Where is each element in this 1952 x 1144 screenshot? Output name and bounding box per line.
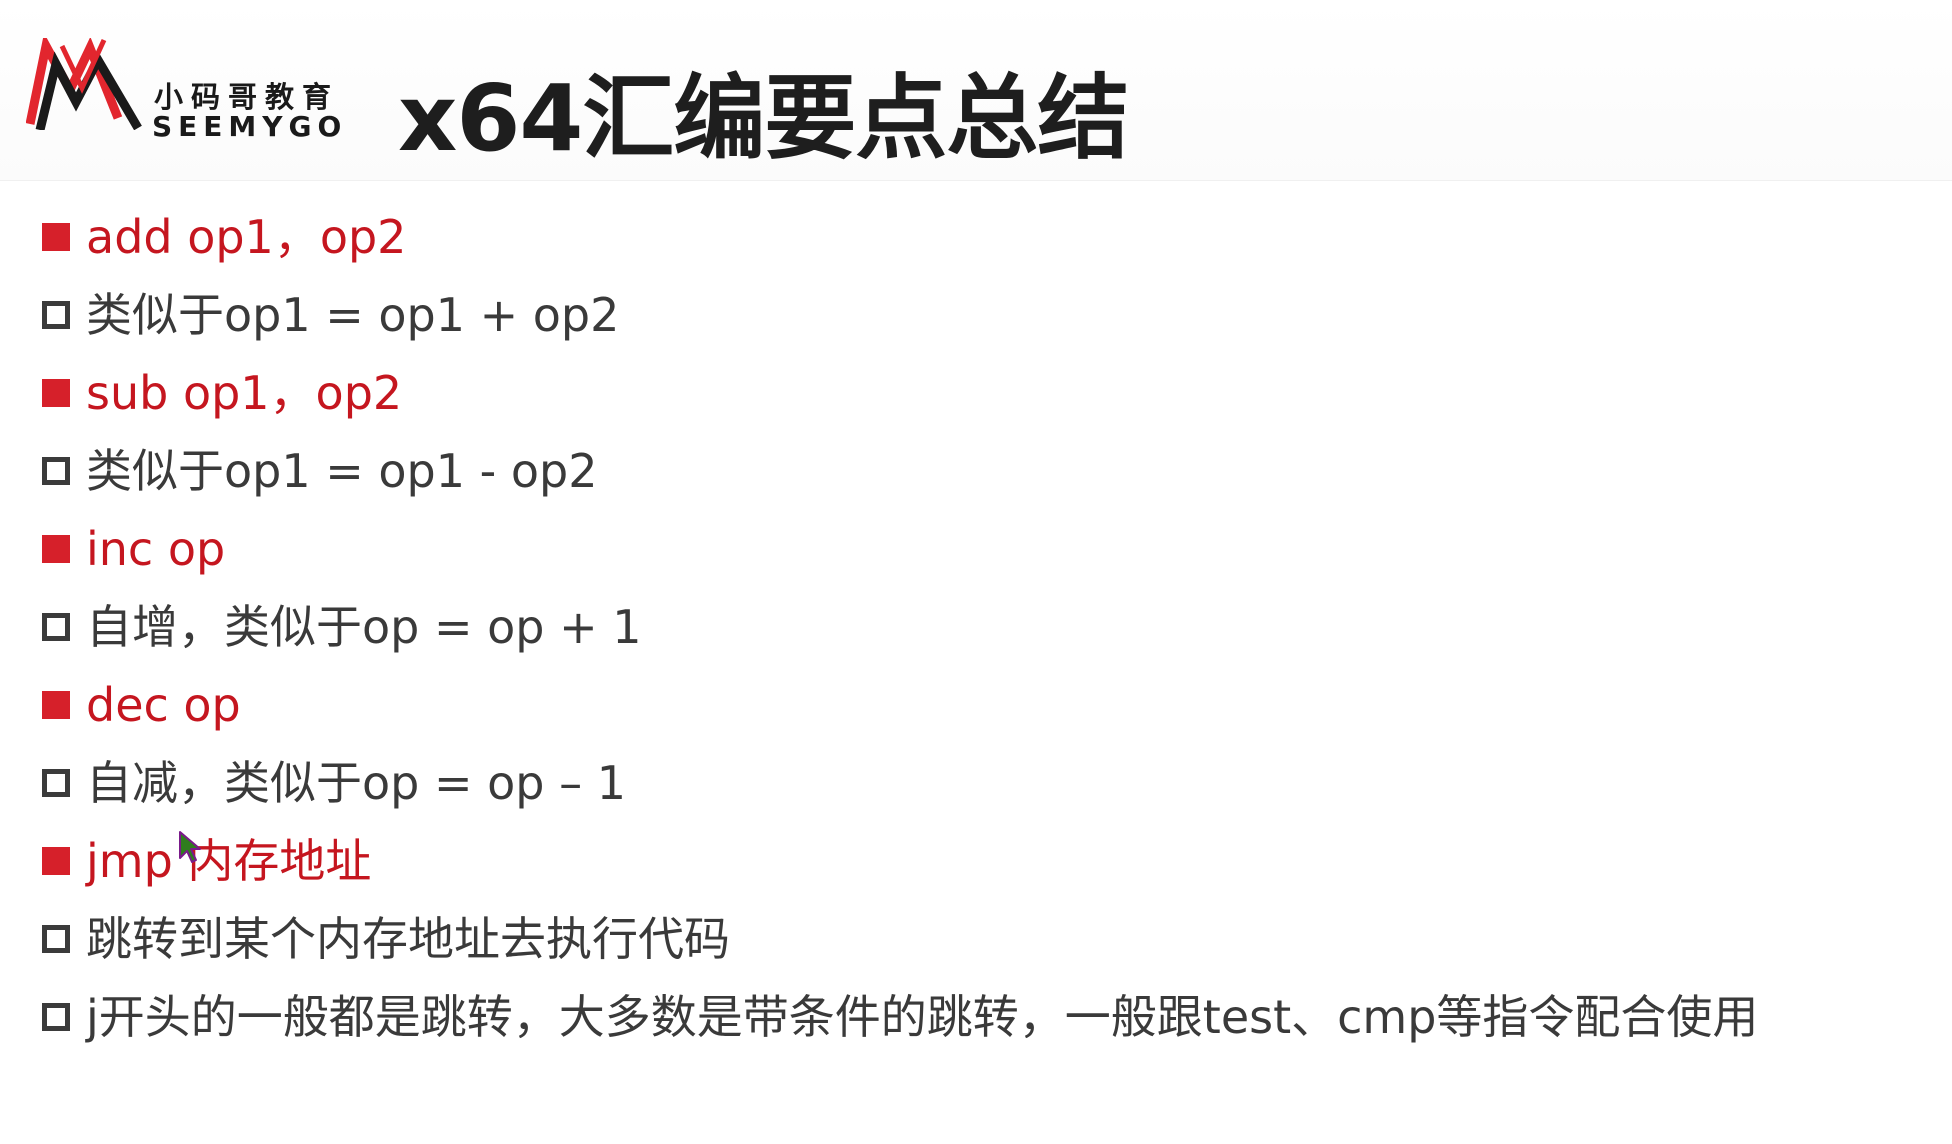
- filled-square-bullet-icon: [42, 223, 70, 251]
- bullet-item: 类似于op1 = op1 + op2: [42, 276, 1922, 354]
- bullet-text: 类似于op1 = op1 - op2: [86, 444, 598, 498]
- bullet-text: 自增，类似于op = op + 1: [86, 600, 642, 654]
- hollow-square-bullet-icon: [42, 457, 70, 485]
- hollow-square-bullet-icon: [42, 613, 70, 641]
- filled-square-bullet-icon: [42, 847, 70, 875]
- bullet-item: 自增，类似于op = op + 1: [42, 588, 1922, 666]
- page-title: x64汇编要点总结: [398, 65, 1129, 172]
- bullet-text: 自减，类似于op = op – 1: [86, 756, 626, 810]
- filled-square-bullet-icon: [42, 379, 70, 407]
- bullet-text: jmp 内存地址: [86, 834, 372, 888]
- filled-square-bullet-icon: [42, 535, 70, 563]
- hollow-square-bullet-icon: [42, 925, 70, 953]
- logo-english-text: SEEMYGO: [152, 110, 348, 143]
- hollow-square-bullet-icon: [42, 301, 70, 329]
- hollow-square-bullet-icon: [42, 769, 70, 797]
- bullet-text: 类似于op1 = op1 + op2: [86, 288, 620, 342]
- mouse-pointer-icon: [179, 831, 201, 863]
- hollow-square-bullet-icon: [42, 1003, 70, 1031]
- filled-square-bullet-icon: [42, 691, 70, 719]
- bullet-item: jmp 内存地址: [42, 822, 1922, 900]
- slide: 小码哥教育 SEEMYGO x64汇编要点总结 add op1，op2 类似于o…: [0, 0, 1952, 1144]
- bullet-item: sub op1，op2: [42, 354, 1922, 432]
- bullet-item: 跳转到某个内存地址去执行代码: [42, 900, 1922, 978]
- bullet-text: inc op: [86, 522, 226, 576]
- bullet-text: dec op: [86, 678, 241, 732]
- bullet-item: j开头的一般都是跳转，大多数是带条件的跳转，一般跟test、cmp等指令配合使用: [42, 978, 1922, 1056]
- bullet-item: inc op: [42, 510, 1922, 588]
- bullet-item: 自减，类似于op = op – 1: [42, 744, 1922, 822]
- bullet-text: 跳转到某个内存地址去执行代码: [86, 912, 730, 966]
- bullet-text: sub op1，op2: [86, 366, 403, 420]
- logo: 小码哥教育 SEEMYGO: [26, 38, 346, 143]
- bullet-text: j开头的一般都是跳转，大多数是带条件的跳转，一般跟test、cmp等指令配合使用: [86, 990, 1759, 1044]
- seemygo-logo-mark: [26, 38, 142, 130]
- bullet-list: add op1，op2 类似于op1 = op1 + op2 sub op1，o…: [42, 198, 1922, 1056]
- bullet-item: add op1，op2: [42, 198, 1922, 276]
- bullet-item: 类似于op1 = op1 - op2: [42, 432, 1922, 510]
- bullet-item: dec op: [42, 666, 1922, 744]
- slide-header: 小码哥教育 SEEMYGO x64汇编要点总结: [0, 0, 1952, 181]
- bullet-text: add op1，op2: [86, 210, 407, 264]
